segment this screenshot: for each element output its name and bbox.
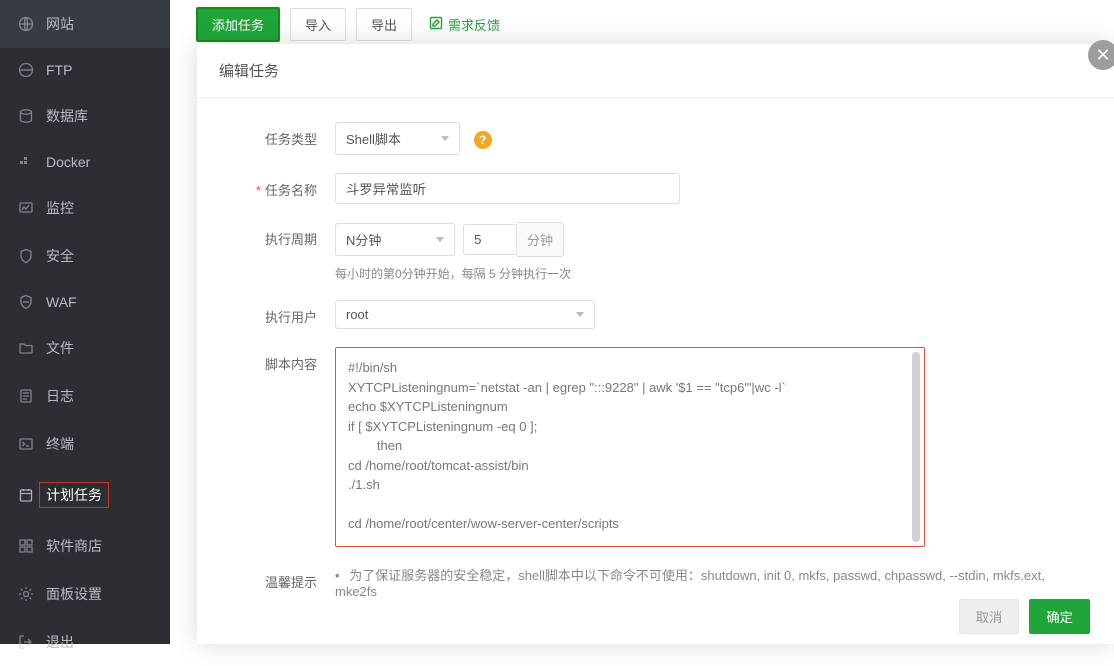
feedback-link[interactable]: 需求反馈 <box>428 15 500 34</box>
cycle-hint: 每小时的第0分钟开始，每隔 5 分钟执行一次 <box>335 265 1084 282</box>
waf-icon <box>18 294 34 310</box>
ftp-icon <box>18 62 34 78</box>
sidebar-item-ftp[interactable]: FTP <box>0 48 170 92</box>
sidebar-item-label: WAF <box>46 294 77 310</box>
sidebar-item-label: 监控 <box>46 198 74 218</box>
export-button[interactable]: 导出 <box>356 8 412 41</box>
sidebar-item-label: 面板设置 <box>46 584 102 604</box>
sidebar-item-label: 终端 <box>46 434 74 454</box>
cycle-mode-select[interactable]: N分钟 <box>335 223 455 256</box>
sidebar-item-label: 网站 <box>46 14 74 34</box>
task-type-label: 任务类型 <box>227 122 317 148</box>
sidebar-item-docker[interactable]: Docker <box>0 140 170 184</box>
help-icon[interactable]: ? <box>474 131 492 149</box>
close-button[interactable]: ✕ <box>1088 40 1114 70</box>
modal-title: 编辑任务 <box>197 44 1114 98</box>
close-icon: ✕ <box>1095 45 1110 66</box>
monitor-icon <box>18 200 34 216</box>
sidebar-item-monitor[interactable]: 监控 <box>0 184 170 232</box>
sidebar-item-label: Docker <box>46 154 90 170</box>
terminal-icon <box>18 436 34 452</box>
database-icon <box>18 108 34 124</box>
import-button[interactable]: 导入 <box>290 8 346 41</box>
sidebar-item-files[interactable]: 文件 <box>0 324 170 372</box>
sidebar-item-logout[interactable]: 退出 <box>0 618 170 666</box>
sidebar-item-website[interactable]: 网站 <box>0 0 170 48</box>
edit-task-modal: ✕ 编辑任务 任务类型 Shell脚本 ? *任务名称 执行周期 N分钟 <box>197 44 1114 644</box>
sidebar-item-security[interactable]: 安全 <box>0 232 170 280</box>
gear-icon <box>18 586 34 602</box>
cycle-unit: 分钟 <box>517 222 564 257</box>
sidebar-item-label: 退出 <box>46 632 74 652</box>
sidebar-item-logs[interactable]: 日志 <box>0 372 170 420</box>
modal-footer: 取消 确定 <box>935 589 1114 644</box>
sidebar-item-terminal[interactable]: 终端 <box>0 420 170 468</box>
cycle-number-input[interactable] <box>463 224 517 255</box>
sidebar-item-label: 计划任务 <box>39 482 109 508</box>
sidebar-item-settings[interactable]: 面板设置 <box>0 570 170 618</box>
sidebar-item-label: 数据库 <box>46 106 88 126</box>
exec-cycle-label: 执行周期 <box>227 222 317 248</box>
cancel-button[interactable]: 取消 <box>959 599 1020 634</box>
exec-user-value: root <box>346 307 368 322</box>
add-task-button[interactable]: 添加任务 <box>196 7 280 42</box>
logout-icon <box>18 634 34 650</box>
script-content: #!/bin/sh XYTCPListeningnum=`netstat -an… <box>348 358 912 536</box>
sidebar-item-label: 日志 <box>46 386 74 406</box>
sidebar-item-label: FTP <box>46 62 72 78</box>
exec-user-select[interactable]: root <box>335 300 595 329</box>
scrollbar[interactable] <box>912 352 920 542</box>
topbar: 添加任务 导入 导出 需求反馈 <box>170 0 1114 48</box>
globe-icon <box>18 16 34 32</box>
cycle-mode-value: N分钟 <box>346 230 381 249</box>
feedback-label: 需求反馈 <box>448 15 500 34</box>
sidebar-item-label: 文件 <box>46 338 74 358</box>
script-textarea[interactable]: #!/bin/sh XYTCPListeningnum=`netstat -an… <box>335 347 925 547</box>
docker-icon <box>18 154 34 170</box>
ok-button[interactable]: 确定 <box>1029 599 1090 634</box>
calendar-icon <box>18 487 34 503</box>
task-type-value: Shell脚本 <box>346 129 401 148</box>
sidebar-item-waf[interactable]: WAF <box>0 280 170 324</box>
sidebar-item-cron[interactable]: 计划任务 <box>0 468 170 522</box>
task-type-select[interactable]: Shell脚本 <box>335 122 460 155</box>
folder-icon <box>18 340 34 356</box>
grid-icon <box>18 538 34 554</box>
sidebar-item-label: 安全 <box>46 246 74 266</box>
modal-body: 任务类型 Shell脚本 ? *任务名称 执行周期 N分钟 分钟 <box>197 98 1114 625</box>
sidebar-item-label: 软件商店 <box>46 536 102 556</box>
sidebar-item-appstore[interactable]: 软件商店 <box>0 522 170 570</box>
task-name-input[interactable] <box>335 173 680 204</box>
tip-label: 温馨提示 <box>227 565 317 591</box>
edit-icon <box>428 15 444 34</box>
log-icon <box>18 388 34 404</box>
sidebar: 网站 FTP 数据库 Docker 监控 安全 WAF 文件 日志 终端 计划任… <box>0 0 170 644</box>
shield-icon <box>18 248 34 264</box>
exec-user-label: 执行用户 <box>227 300 317 326</box>
script-label: 脚本内容 <box>227 347 317 373</box>
task-name-label: *任务名称 <box>227 173 317 199</box>
sidebar-item-database[interactable]: 数据库 <box>0 92 170 140</box>
bullet-icon: • <box>335 568 340 583</box>
